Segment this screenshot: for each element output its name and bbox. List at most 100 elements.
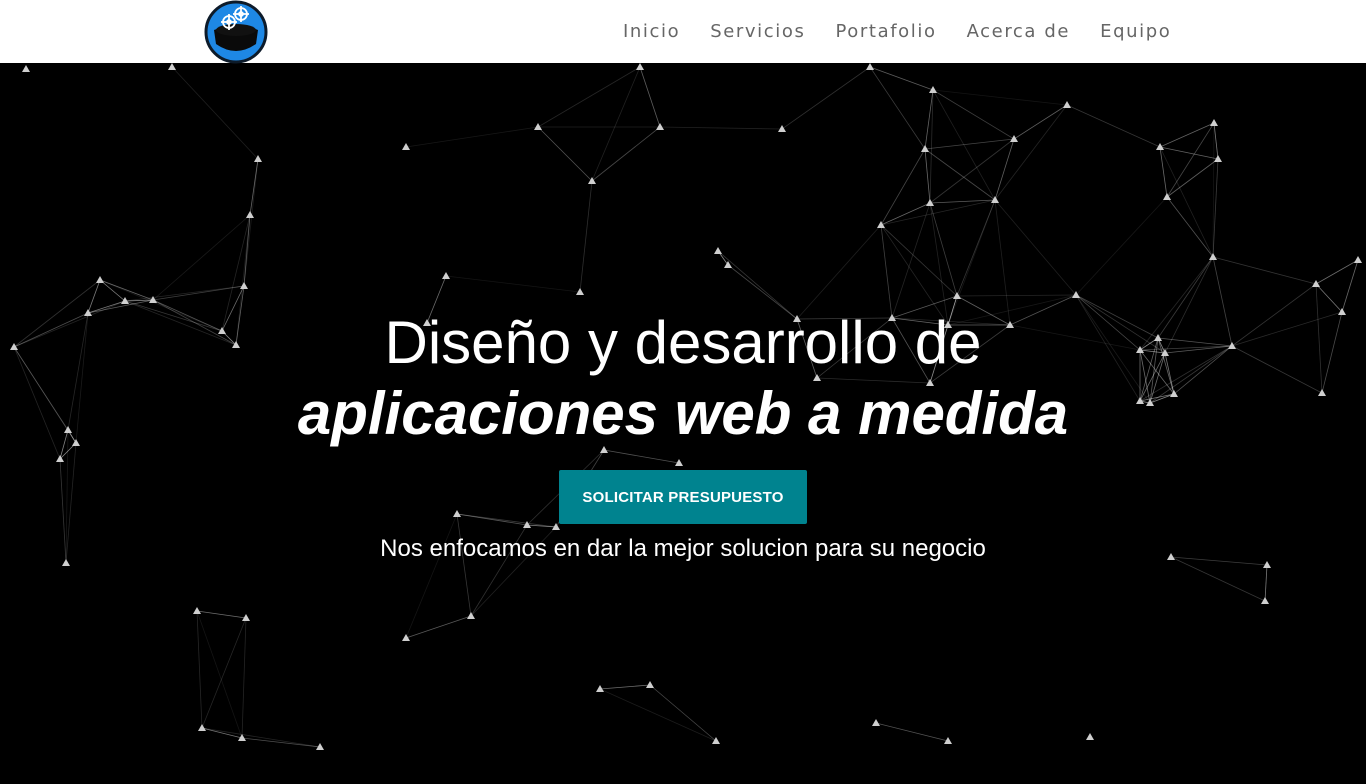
network-edge bbox=[99, 279, 126, 302]
network-node bbox=[246, 211, 254, 218]
network-edge bbox=[1066, 104, 1161, 148]
network-node bbox=[453, 510, 461, 517]
network-edge bbox=[956, 294, 1077, 297]
network-edge bbox=[591, 66, 641, 182]
main-nav: Inicio Servicios Portafolio Acerca de Eq… bbox=[608, 0, 1186, 63]
network-edge bbox=[1264, 564, 1268, 602]
network-edge bbox=[456, 513, 557, 528]
network-edge bbox=[929, 202, 949, 326]
network-node bbox=[240, 282, 248, 289]
network-edge bbox=[1159, 146, 1219, 160]
network-node bbox=[636, 63, 644, 70]
network-edge bbox=[445, 275, 581, 293]
network-edge bbox=[994, 138, 1015, 201]
network-edge bbox=[537, 66, 641, 128]
network-node bbox=[534, 123, 542, 130]
network-edge bbox=[869, 66, 934, 91]
network-edge bbox=[994, 199, 1011, 326]
network-edge bbox=[243, 158, 259, 287]
network-node bbox=[1156, 143, 1164, 150]
request-quote-button[interactable]: SOLICITAR PRESUPUESTO bbox=[559, 470, 807, 524]
network-node bbox=[1086, 733, 1094, 740]
network-edge bbox=[1159, 122, 1215, 148]
network-edge bbox=[1075, 196, 1168, 296]
logo-icon[interactable] bbox=[204, 0, 268, 64]
network-node bbox=[872, 719, 880, 726]
network-node bbox=[442, 272, 450, 279]
network-node bbox=[866, 63, 874, 70]
network-edge bbox=[599, 688, 717, 742]
network-edge bbox=[929, 138, 1015, 204]
network-edge bbox=[1166, 196, 1214, 258]
network-edge bbox=[599, 684, 651, 690]
network-edge bbox=[875, 722, 949, 742]
network-node bbox=[991, 196, 999, 203]
network-node bbox=[656, 123, 664, 130]
network-edge bbox=[603, 449, 680, 464]
network-node bbox=[193, 607, 201, 614]
network-edge bbox=[880, 202, 931, 226]
network-edge bbox=[196, 610, 247, 619]
network-node bbox=[1261, 597, 1269, 604]
network-edge bbox=[924, 148, 996, 201]
nav-servicios[interactable]: Servicios bbox=[710, 21, 805, 42]
hero-title-line-2: aplicaciones web a medida bbox=[297, 380, 1069, 447]
network-edge bbox=[924, 148, 931, 204]
network-node bbox=[1010, 135, 1018, 142]
nav-portafolio[interactable]: Portafolio bbox=[835, 21, 936, 42]
network-node bbox=[1163, 193, 1171, 200]
network-edge bbox=[924, 138, 1015, 150]
network-edge bbox=[891, 202, 931, 319]
network-edge bbox=[124, 285, 245, 302]
network-node bbox=[198, 724, 206, 731]
nav-inicio[interactable]: Inicio bbox=[623, 21, 680, 42]
navbar: Inicio Servicios Portafolio Acerca de Eq… bbox=[0, 0, 1366, 64]
network-edge bbox=[932, 89, 1068, 106]
network-edge bbox=[171, 66, 259, 160]
hero-subtitle: Nos enfocamos en dar la mejor solucion p… bbox=[380, 535, 986, 562]
network-edge bbox=[196, 610, 203, 729]
network-node bbox=[714, 247, 722, 254]
network-edge bbox=[537, 126, 593, 182]
network-node bbox=[1210, 119, 1218, 126]
network-edge bbox=[201, 727, 243, 739]
network-edge bbox=[929, 199, 996, 204]
network-node bbox=[929, 86, 937, 93]
network-edge bbox=[579, 180, 593, 293]
network-node bbox=[22, 65, 30, 72]
network-edge bbox=[201, 617, 247, 729]
network-edge bbox=[880, 199, 996, 226]
nav-acerca-de[interactable]: Acerca de bbox=[967, 21, 1071, 42]
network-node bbox=[96, 276, 104, 283]
network-node bbox=[646, 681, 654, 688]
nav-equipo[interactable]: Equipo bbox=[1100, 21, 1171, 42]
network-node bbox=[168, 63, 176, 70]
network-node bbox=[712, 737, 720, 744]
network-edge bbox=[196, 610, 243, 739]
network-edge bbox=[1212, 256, 1317, 285]
network-edge bbox=[591, 126, 661, 182]
network-edge bbox=[201, 727, 321, 748]
network-node bbox=[778, 125, 786, 132]
network-edge bbox=[241, 737, 321, 748]
network-edge bbox=[796, 224, 882, 320]
hero-section: Diseño y desarrollo de aplicaciones web … bbox=[0, 63, 1366, 784]
network-edge bbox=[405, 615, 472, 639]
hero-title-line-1: Diseño y desarrollo de bbox=[384, 309, 982, 376]
network-node bbox=[1354, 256, 1362, 263]
network-edge bbox=[1013, 104, 1068, 140]
network-node bbox=[402, 634, 410, 641]
network-edge bbox=[869, 66, 926, 150]
network-edge bbox=[880, 148, 926, 226]
network-edge bbox=[659, 126, 783, 130]
network-edge bbox=[947, 199, 996, 326]
network-edge bbox=[405, 126, 539, 148]
network-edge bbox=[1213, 122, 1219, 160]
network-edge bbox=[994, 104, 1068, 201]
network-edge bbox=[781, 66, 871, 130]
network-edge bbox=[456, 513, 472, 617]
network-edge bbox=[649, 684, 717, 742]
network-edge bbox=[994, 199, 1077, 296]
network-node bbox=[1209, 253, 1217, 260]
network-edge bbox=[929, 202, 958, 297]
